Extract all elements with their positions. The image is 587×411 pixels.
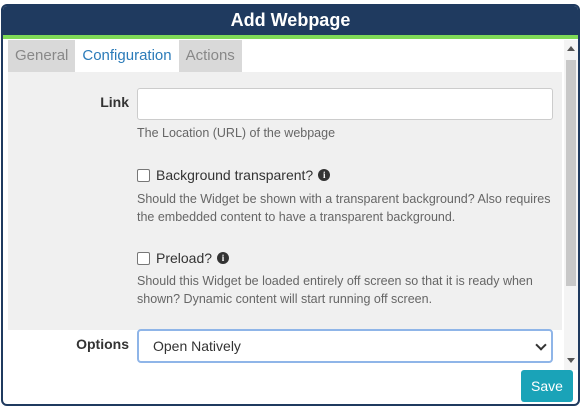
options-select[interactable]: Open Natively [137, 329, 553, 363]
vertical-scrollbar[interactable] [564, 40, 578, 370]
background-transparent-label[interactable]: Background transparent? [156, 167, 313, 183]
info-circle-icon[interactable]: i [217, 252, 230, 264]
save-button[interactable]: Save [521, 370, 573, 402]
background-transparent-checkbox[interactable] [137, 168, 150, 182]
tab-general[interactable]: General [8, 40, 76, 72]
preload-checkbox[interactable] [137, 251, 150, 265]
scroll-up-icon[interactable] [567, 46, 575, 51]
background-transparent-help-text: Should the Widget be shown with a transp… [137, 192, 551, 224]
options-selected-value: Open Natively [153, 338, 241, 354]
link-label: Link [100, 94, 129, 110]
options-label: Options [76, 336, 129, 352]
scrollbar-thumb[interactable] [566, 60, 576, 286]
preload-help-text: Should this Widget be loaded entirely of… [137, 274, 533, 306]
chevron-down-icon [535, 339, 547, 351]
preload-row: Preload? i [137, 250, 230, 266]
tab-actions[interactable]: Actions [178, 40, 242, 72]
dialog-title: Add Webpage [3, 6, 578, 39]
tab-configuration[interactable]: Configuration [75, 40, 179, 72]
add-webpage-dialog: Add Webpage General Configuration Action… [1, 4, 580, 406]
link-help-text: The Location (URL) of the webpage [137, 126, 336, 140]
info-circle-icon[interactable]: i [318, 169, 331, 181]
link-input[interactable] [137, 88, 553, 120]
scroll-down-icon[interactable] [567, 358, 575, 363]
background-transparent-row: Background transparent? i [137, 167, 331, 183]
preload-label[interactable]: Preload? [156, 250, 212, 266]
tab-bar: General Configuration Actions [8, 40, 242, 72]
